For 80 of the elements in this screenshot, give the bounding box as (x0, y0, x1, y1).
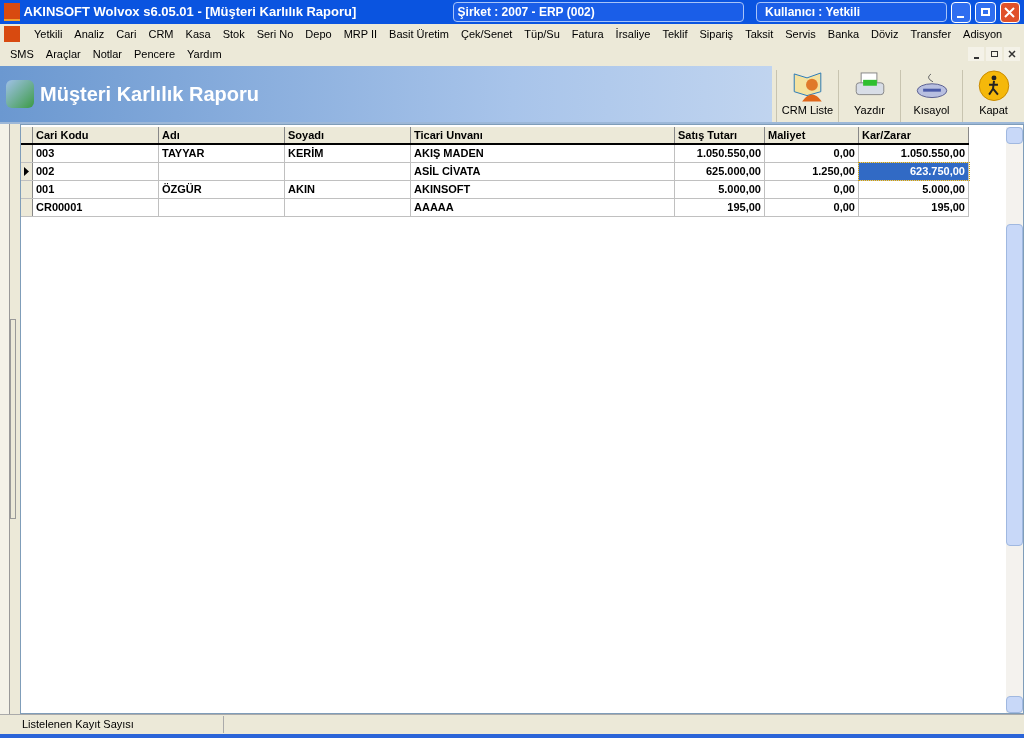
report-title: Müşteri Karlılık Raporu (40, 82, 260, 107)
menu-item[interactable]: CRM (142, 25, 180, 43)
minimize-button[interactable] (968, 47, 984, 61)
table-cell: 0,00 (765, 199, 859, 216)
walking-person-icon (976, 70, 1011, 102)
table-cell: 623.750,00 (859, 163, 969, 180)
row-header[interactable] (21, 163, 33, 180)
menu-item[interactable]: Çek/Senet (454, 25, 519, 43)
menu-item[interactable]: Sipariş (693, 25, 740, 43)
table-cell: AKIN (285, 181, 411, 198)
menu-item[interactable]: Araçlar (39, 45, 87, 63)
menu-item[interactable]: Servis (779, 25, 822, 43)
menu-item[interactable]: Yardım (181, 45, 228, 63)
column-header[interactable]: Maliyet (765, 127, 859, 143)
menu-item[interactable]: Teklif (656, 25, 694, 43)
menu-item[interactable]: Banka (821, 25, 865, 43)
table-cell: 5.000,00 (859, 181, 969, 198)
toolbar-button[interactable]: CRM Liste (776, 70, 838, 122)
table-cell: ASİL CİVATA (411, 163, 675, 180)
menu-item[interactable]: Cari (110, 25, 143, 43)
table-cell: AAAAA (411, 199, 675, 216)
menu-item[interactable]: Döviz (865, 25, 905, 43)
table-cell: 625.000,00 (675, 163, 765, 180)
report-icon (6, 80, 34, 108)
table-cell: CR00001 (33, 199, 159, 216)
menu-item[interactable]: Seri No (250, 25, 300, 43)
menu-item[interactable]: Taksit (739, 25, 780, 43)
table-cell: KERİM (285, 145, 411, 162)
menu-item[interactable]: Pencere (128, 45, 181, 63)
toolbar-button[interactable]: Kapat (962, 70, 1024, 122)
table-cell: AKINSOFT (411, 181, 675, 198)
row-pointer-icon (24, 167, 29, 176)
app-logo-icon (4, 26, 20, 42)
table-cell: 195,00 (859, 199, 969, 216)
table-cell: 003 (33, 145, 159, 162)
toolbar-button[interactable]: Kısayol (900, 70, 962, 122)
table-cell: ÖZGÜR (159, 181, 285, 198)
close-button[interactable] (1004, 47, 1020, 61)
menu-item[interactable]: Tüp/Su (518, 25, 566, 43)
column-header[interactable]: Ticari Unvanı (411, 127, 675, 143)
scroll-up-button[interactable] (1006, 127, 1023, 144)
close-button[interactable] (999, 1, 1020, 23)
menu-item[interactable]: Basit Üretim (383, 25, 455, 43)
menu-item[interactable]: Notlar (86, 45, 129, 63)
menu-item[interactable]: Fatura (565, 25, 610, 43)
table-cell: 0,00 (765, 181, 859, 198)
column-header[interactable]: Kar/Zarar (859, 127, 969, 143)
menu-item[interactable]: Stok (216, 25, 251, 43)
table-cell: 1.050.550,00 (675, 145, 765, 162)
column-header[interactable]: Soyadı (285, 127, 411, 143)
menu-item[interactable]: Transfer (904, 25, 958, 43)
status-label: Listelenen Kayıt Sayısı (0, 716, 224, 733)
close-icon (1008, 50, 1016, 58)
table-cell: 002 (33, 163, 159, 180)
toolbar-button[interactable]: Yazdır (838, 70, 900, 122)
menu-item[interactable]: Adisyon (957, 25, 1009, 43)
table-cell: AKIŞ MADEN (411, 145, 675, 162)
minimize-button[interactable] (950, 1, 972, 23)
menu-item[interactable]: SMS (4, 45, 40, 63)
column-header[interactable]: Satış Tutarı (675, 127, 765, 143)
window-title: AKINSOFT Wolvox s6.05.01 - [Müşteri Karlılık Raporu] (23, 3, 358, 22)
table-cell: 5.000,00 (675, 181, 765, 198)
column-header[interactable]: Adı (159, 127, 285, 143)
restore-button[interactable] (986, 47, 1002, 61)
table-cell: 195,00 (675, 199, 765, 216)
menu-item[interactable]: Depo (299, 25, 338, 43)
restore-button[interactable] (975, 1, 996, 23)
menu-item[interactable]: Kasa (179, 25, 217, 43)
column-header[interactable]: Cari Kodu (33, 127, 159, 143)
scroll-down-button[interactable] (1006, 696, 1023, 713)
menu-item[interactable]: MRP II (337, 25, 384, 43)
menu-item[interactable]: İrsaliye (609, 25, 657, 43)
company-field: Şirket : 2007 - ERP (002) (452, 2, 744, 22)
table-cell: 001 (33, 181, 159, 198)
table-cell: TAYYAR (159, 145, 285, 162)
menu-item[interactable]: Analiz (68, 25, 111, 43)
close-icon (1004, 6, 1016, 18)
app-logo-icon (4, 3, 20, 21)
user-field: Kullanıcı : Yetkili (755, 2, 947, 22)
menu-item[interactable]: Yetkili (28, 25, 69, 43)
